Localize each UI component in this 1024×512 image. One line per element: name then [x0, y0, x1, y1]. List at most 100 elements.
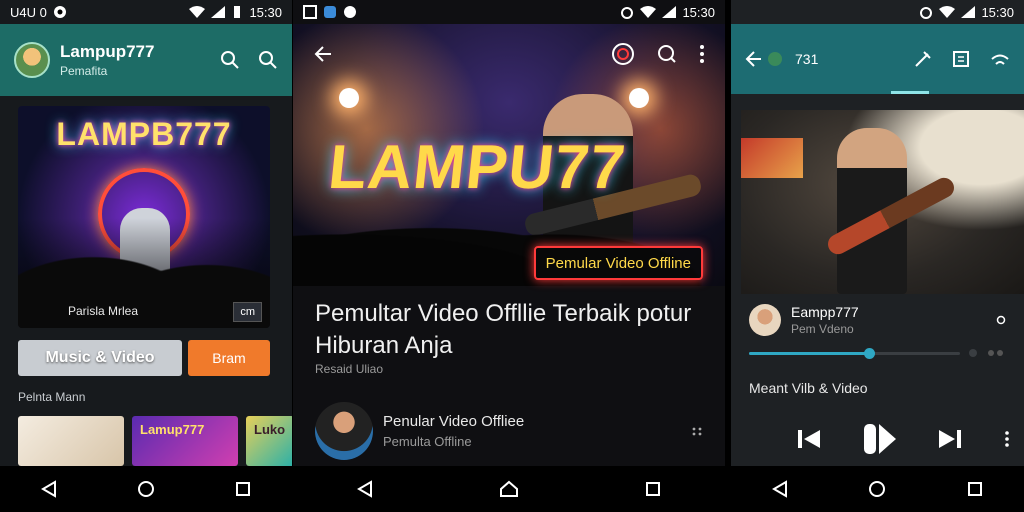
status-bar: U4U 0 15:30 — [0, 0, 292, 24]
phone-player: 15:30 731 Eampp777 Pem Vdeno Meant Vilb … — [731, 0, 1024, 512]
notification-icon — [344, 6, 356, 18]
crowd-silhouettes — [18, 218, 270, 328]
track-avatar — [749, 304, 781, 336]
status-time: 15:30 — [682, 4, 715, 20]
back-icon — [745, 51, 761, 67]
tab-indicator — [891, 91, 929, 94]
skip-next-icon — [939, 430, 962, 448]
equalizer-button[interactable] — [914, 50, 932, 68]
nav-home-icon — [869, 481, 886, 497]
music-video-button[interactable]: Music & Video — [18, 340, 182, 376]
search-button[interactable] — [657, 44, 677, 64]
nav-back-button[interactable] — [35, 475, 63, 503]
signal-icon — [961, 6, 976, 18]
track-name: Eampp777 — [791, 304, 859, 320]
channel-row[interactable]: Penular Video Offliee Pemulta Offline — [315, 400, 703, 462]
more-button[interactable] — [1004, 430, 1010, 448]
status-left: U4U 0 — [10, 5, 67, 20]
nav-back-button[interactable] — [766, 475, 794, 503]
channel-avatar[interactable] — [315, 402, 373, 460]
progress-bar[interactable] — [749, 346, 1006, 360]
skip-next-button[interactable] — [938, 428, 962, 450]
nav-recents-button[interactable] — [639, 475, 667, 503]
skip-previous-icon — [798, 430, 820, 448]
nav-home-button[interactable] — [495, 475, 523, 503]
search-button[interactable] — [220, 50, 240, 70]
screens: U4U 0 15:30 Lampup777 Pemafita LAMPB777 … — [0, 0, 1024, 512]
progress-track[interactable] — [749, 347, 960, 359]
avatar[interactable] — [14, 42, 50, 78]
volume-dot-icon — [969, 349, 977, 357]
share-button[interactable] — [990, 50, 1010, 68]
app-bar: 731 — [731, 24, 1024, 94]
cast-small-icon — [988, 350, 1003, 356]
wifi-icon — [189, 6, 206, 18]
more-icon — [700, 45, 704, 63]
cast-button[interactable] — [611, 42, 635, 66]
nav-back-icon — [771, 480, 787, 498]
channel-subtitle: Pemulta Offline — [383, 434, 472, 449]
hero-neon-title: LAMPU77 — [325, 133, 630, 202]
app-subtitle: Pemafita — [60, 64, 108, 78]
cast-icon — [612, 43, 634, 65]
artwork-caption: Parisla Mrlea — [68, 304, 139, 318]
progress-fill — [749, 351, 870, 355]
hero-badge: Pemular Video Offline — [533, 246, 703, 280]
channel-options-button[interactable] — [691, 426, 703, 436]
search-icon — [658, 45, 676, 63]
search-button-alt[interactable] — [258, 50, 278, 70]
search-icon — [259, 51, 277, 69]
thumbnail-item[interactable]: Lamup777 — [132, 416, 238, 466]
skip-previous-button[interactable] — [797, 428, 821, 450]
thumbnail-list: Lamup777 Luko — [18, 416, 292, 466]
nav-recents-button[interactable] — [961, 475, 989, 503]
wifi-icon — [939, 6, 956, 18]
navigation-bar — [731, 466, 1024, 512]
phone-home-screen: U4U 0 15:30 Lampup777 Pemafita LAMPB777 … — [0, 0, 292, 512]
nav-home-button[interactable] — [863, 475, 891, 503]
play-pause-button[interactable] — [863, 422, 897, 456]
artwork-badge: cm — [233, 302, 262, 322]
share-icon — [991, 54, 1009, 65]
status-right: 15:30 — [620, 5, 715, 20]
navigation-bar — [0, 466, 292, 512]
back-button[interactable] — [745, 50, 763, 68]
primary-button[interactable]: Bram — [188, 340, 270, 376]
battery-icon — [234, 6, 241, 18]
app-notification-icon — [324, 6, 336, 18]
now-playing-label: Meant Vilb & Video — [749, 380, 868, 396]
radio-indicator-icon — [996, 315, 1006, 325]
play-pause-icon — [863, 424, 896, 454]
thumbnail-item[interactable]: Luko — [246, 416, 292, 466]
status-right: 15:30 — [189, 5, 282, 20]
section-title: Pelnta Mann — [18, 390, 86, 404]
nav-back-button[interactable] — [351, 475, 379, 503]
back-button[interactable] — [313, 44, 333, 64]
status-bar: 15:30 — [731, 0, 1024, 24]
more-button[interactable] — [699, 44, 705, 64]
progress-knob[interactable] — [864, 347, 876, 359]
track-row[interactable]: Eampp777 Pem Vdeno — [749, 302, 1006, 338]
video-title: Pemultar Video Offllie Terbaik potur Hib… — [315, 300, 692, 359]
video-player[interactable] — [741, 110, 1024, 294]
stage-light — [339, 88, 359, 108]
drag-handle-icon — [692, 427, 702, 436]
top-bar — [293, 24, 725, 84]
nav-home-icon — [137, 481, 154, 497]
signal-icon — [211, 6, 226, 18]
status-right: 15:30 — [919, 5, 1014, 20]
app-titles: Lampup777 Pemafita — [60, 42, 220, 78]
alarm-icon — [621, 7, 634, 19]
background-screen — [741, 138, 803, 178]
featured-artwork[interactable]: LAMPB777 Parisla Mrlea cm — [18, 106, 270, 328]
thumbnail-item[interactable] — [18, 416, 124, 466]
nav-home-button[interactable] — [132, 475, 160, 503]
status-bar: 15:30 — [293, 0, 725, 24]
gallery-icon — [303, 5, 317, 19]
tune-icon — [915, 51, 931, 67]
status-left — [303, 5, 357, 19]
stage-light — [629, 88, 649, 108]
nav-recents-button[interactable] — [229, 475, 257, 503]
track-subtitle: Pem Vdeno — [791, 322, 854, 336]
playlist-button[interactable] — [952, 50, 970, 68]
